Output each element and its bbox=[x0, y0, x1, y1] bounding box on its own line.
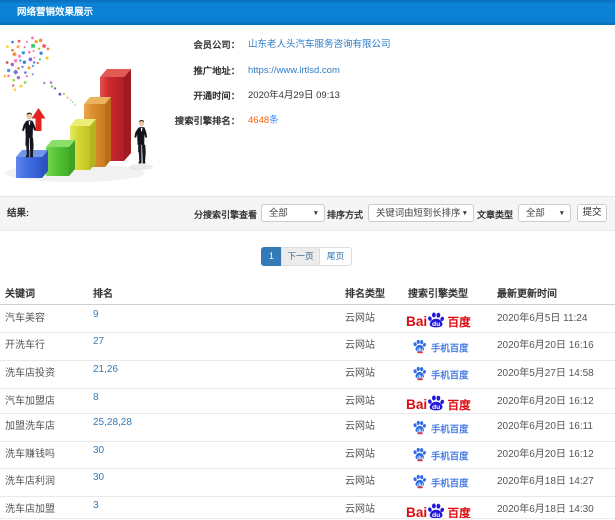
svg-text:du: du bbox=[432, 404, 440, 411]
svg-text:du: du bbox=[417, 428, 423, 434]
svg-text:手机百度: 手机百度 bbox=[431, 451, 469, 462]
svg-text:手机百度: 手机百度 bbox=[431, 370, 469, 381]
svg-text:du: du bbox=[417, 374, 423, 380]
svg-text:百度: 百度 bbox=[448, 315, 472, 329]
svg-text:手机百度: 手机百度 bbox=[431, 343, 469, 354]
svg-text:Bai: Bai bbox=[406, 314, 427, 329]
svg-text:du: du bbox=[417, 455, 423, 461]
svg-text:手机百度: 手机百度 bbox=[431, 478, 469, 489]
svg-text:Bai: Bai bbox=[406, 397, 427, 412]
svg-text:du: du bbox=[417, 482, 423, 488]
svg-text:百度: 百度 bbox=[448, 398, 472, 412]
svg-text:手机百度: 手机百度 bbox=[431, 424, 469, 435]
svg-text:du: du bbox=[417, 347, 423, 353]
svg-text:du: du bbox=[432, 321, 440, 328]
